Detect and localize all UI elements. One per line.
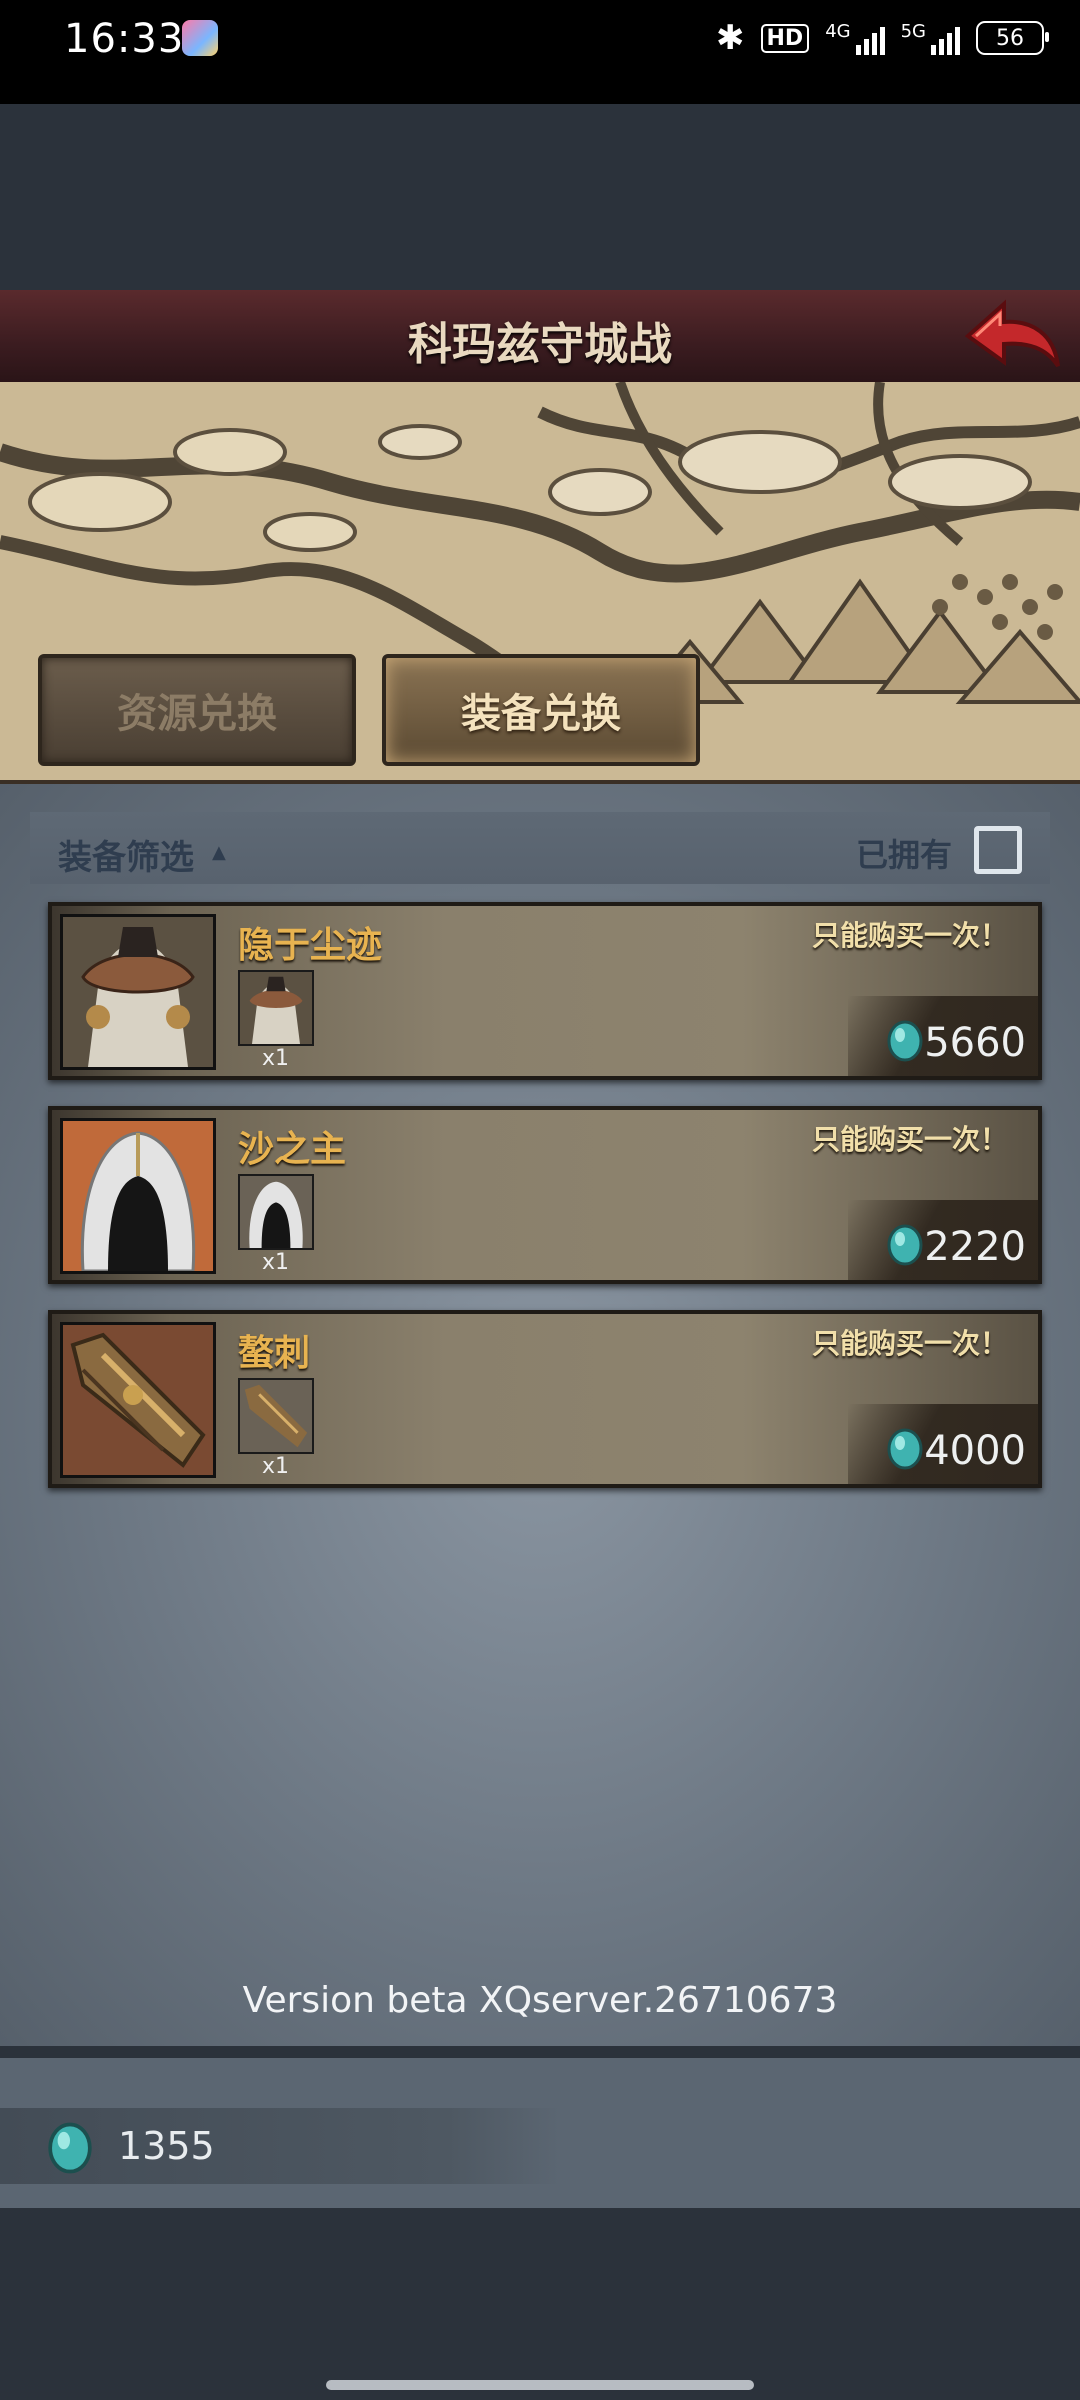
version-label: Version beta XQserver.26710673 xyxy=(242,1980,838,2021)
status-bar: 16:33 ✱ HD 4G 5G 56 xyxy=(0,0,1080,104)
triangle-up-icon[interactable]: ▲ xyxy=(212,842,226,863)
equipment-filter-dropdown[interactable]: 装备筛选 xyxy=(58,830,194,879)
item-portrait-gauntlet-icon xyxy=(60,1322,216,1478)
item-name: 隐于尘迹 xyxy=(238,925,383,966)
item-quantity: x1 xyxy=(262,1454,290,1479)
map-banner: 资源兑换 装备兑换 xyxy=(0,382,1080,784)
item-price: 4000 xyxy=(924,1428,1026,1474)
signal-5g-icon: 5G xyxy=(901,21,960,55)
game-app-icon xyxy=(182,20,218,56)
exchange-panel: 装备筛选 ▲ 已拥有 隐于尘迹 只能购买一次！ x1 5660 沙之主 只能购买… xyxy=(0,784,1080,2046)
item-price: 2220 xyxy=(924,1224,1026,1270)
purchase-limit-label: 只能购买一次！ xyxy=(811,1327,1008,1360)
filter-row: 装备筛选 ▲ 已拥有 xyxy=(30,812,1050,884)
item-portrait-hood-icon xyxy=(60,1118,216,1274)
system-icons: ✱ HD 4G 5G 56 xyxy=(716,18,1049,58)
home-indicator[interactable] xyxy=(326,2380,754,2390)
gem-currency-icon xyxy=(886,1020,924,1062)
battery-icon: 56 xyxy=(976,21,1049,55)
gem-currency-icon xyxy=(886,1224,924,1266)
item-name: 螯刺 xyxy=(238,1333,311,1374)
title-bar: 科玛兹守城战 xyxy=(0,290,1080,385)
owned-label: 已拥有 xyxy=(855,836,952,874)
bluetooth-icon: ✱ xyxy=(716,18,745,58)
list-item[interactable]: 隐于尘迹 只能购买一次！ x1 5660 xyxy=(48,902,1042,1080)
item-thumbnail-gauntlet-icon xyxy=(238,1378,314,1454)
purchase-limit-label: 只能购买一次！ xyxy=(811,919,1008,952)
list-item[interactable]: 螯刺 只能购买一次！ x1 4000 xyxy=(48,1310,1042,1488)
signal-4g-icon: 4G xyxy=(825,21,885,55)
item-quantity: x1 xyxy=(262,1250,290,1275)
item-portrait-robe-icon xyxy=(60,914,216,1070)
item-thumbnail-hood-icon xyxy=(238,1174,314,1250)
gem-currency-icon xyxy=(44,2122,96,2174)
item-thumbnail-robe-icon xyxy=(238,970,314,1046)
clock: 16:33 xyxy=(64,16,185,62)
currency-balance: 1355 xyxy=(118,2124,215,2168)
list-item[interactable]: 沙之主 只能购买一次！ x1 2220 xyxy=(48,1106,1042,1284)
hd-voice-icon: HD xyxy=(760,23,810,53)
currency-bar: 1355 xyxy=(0,2058,1080,2208)
owned-checkbox[interactable] xyxy=(974,826,1022,874)
gem-currency-icon xyxy=(886,1428,924,1470)
purchase-limit-label: 只能购买一次！ xyxy=(811,1123,1008,1156)
item-name: 沙之主 xyxy=(238,1129,347,1170)
item-price: 5660 xyxy=(924,1020,1026,1066)
back-arrow-icon[interactable] xyxy=(962,296,1062,376)
page-title: 科玛兹守城战 xyxy=(408,319,672,370)
item-quantity: x1 xyxy=(262,1046,290,1071)
tab-equipment-exchange[interactable]: 装备兑换 xyxy=(382,654,700,766)
tab-resource-exchange[interactable]: 资源兑换 xyxy=(38,654,356,766)
